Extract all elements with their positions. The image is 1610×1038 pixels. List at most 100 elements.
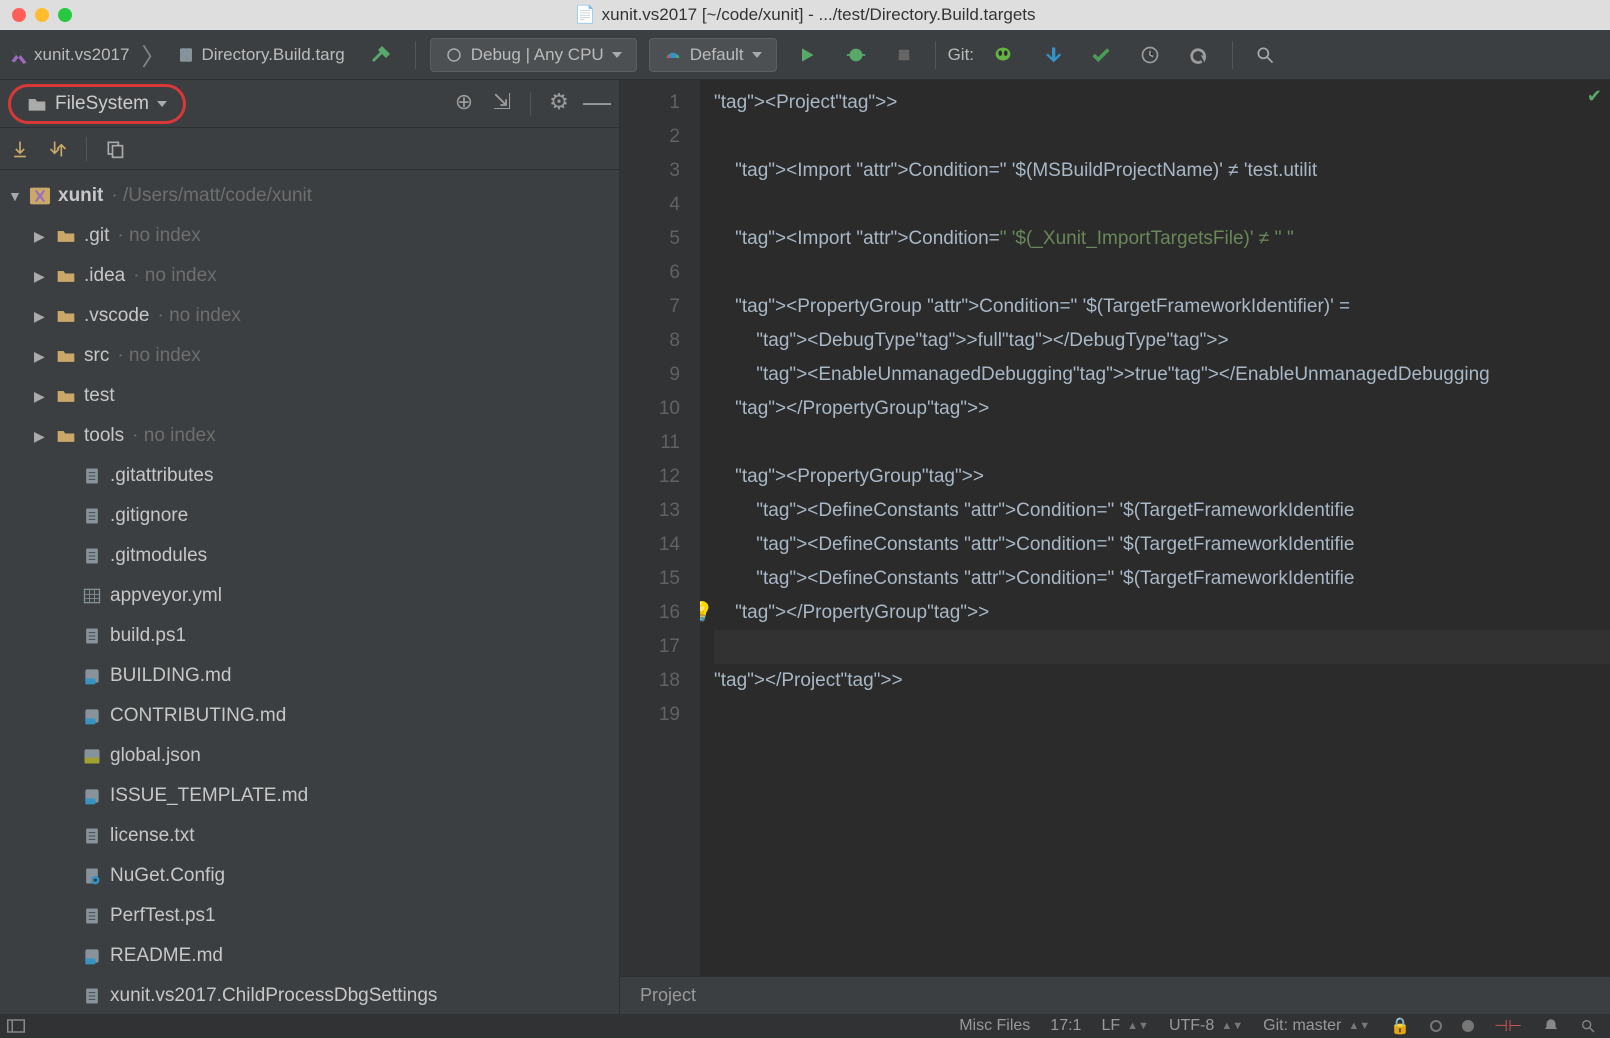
readonly-lock-icon[interactable]: 🔒 (1390, 1016, 1410, 1036)
window-title-text: xunit.vs2017 [~/code/xunit] - .../test/D… (602, 5, 1036, 25)
status-encoding[interactable]: UTF-8 ▲▼ (1169, 1017, 1243, 1035)
expand-both-icon[interactable] (48, 139, 68, 159)
tree-file[interactable]: ISSUE_TEMPLATE.md (0, 776, 619, 816)
file-name: build.ps1 (110, 625, 186, 647)
config-selector[interactable]: Debug | Any CPU (430, 38, 637, 72)
tree-folder[interactable]: ▶ .idea · no index (0, 256, 619, 296)
tree-file[interactable]: license.txt (0, 816, 619, 856)
folder-name: .idea (84, 265, 125, 287)
search-icon (1255, 45, 1275, 65)
chevron-down-icon (612, 52, 622, 58)
inspector-icon[interactable] (1542, 1017, 1560, 1035)
chevron-right-icon[interactable]: ▶ (34, 228, 48, 245)
git-commit-button[interactable] (1080, 38, 1122, 72)
project-sidebar: FileSystem ⊕ ⇲ ⚙ — (0, 80, 620, 1014)
build-button[interactable] (359, 38, 403, 72)
file-name: license.txt (110, 825, 194, 847)
code-editor[interactable]: ✔ 12345678910111213141516171819 "tag"><P… (620, 80, 1610, 1014)
tree-folder[interactable]: ▶ test (0, 376, 619, 416)
folder-icon (56, 348, 76, 364)
main-body: FileSystem ⊕ ⇲ ⚙ — (0, 80, 1610, 1014)
search-button[interactable] (1245, 38, 1285, 72)
chevron-right-icon[interactable]: ▶ (34, 308, 48, 325)
chevron-down-icon (752, 52, 762, 58)
file-name: README.md (110, 945, 223, 967)
file-name: global.json (110, 745, 201, 767)
gear-icon[interactable]: ⚙ (549, 92, 569, 112)
status-git[interactable]: Git: master ▲▼ (1263, 1017, 1370, 1035)
tree-folder[interactable]: ▶ .vscode · no index (0, 296, 619, 336)
file-icon (82, 946, 102, 966)
tree-file[interactable]: PerfTest.ps1 (0, 896, 619, 936)
git-update-button[interactable] (1032, 38, 1072, 72)
code-area[interactable]: "tag"><Project"tag">> "tag"><Import "att… (700, 80, 1610, 976)
chevron-right-icon[interactable]: ▶ (34, 428, 48, 445)
tree-folder[interactable]: ▶ src · no index (0, 336, 619, 376)
run-button[interactable] (787, 38, 827, 72)
separator (86, 137, 87, 161)
file-name: .gitattributes (110, 465, 214, 487)
git-history-button[interactable] (1130, 38, 1170, 72)
file-icon (82, 706, 102, 726)
tree-file[interactable]: README.md (0, 936, 619, 976)
locate-icon[interactable]: ⊕ (454, 92, 474, 112)
separator (1232, 41, 1233, 69)
chevron-right-icon[interactable]: ▶ (34, 268, 48, 285)
file-tree[interactable]: ▼ xunit · /Users/matt/code/xunit ▶ .git … (0, 170, 619, 1014)
tree-folder[interactable]: ▶ .git · no index (0, 216, 619, 256)
chevron-right-icon[interactable]: ▶ (34, 348, 48, 365)
tree-file[interactable]: BUILDING.md (0, 656, 619, 696)
tree-file[interactable]: appveyor.yml (0, 576, 619, 616)
tree-folder[interactable]: ▶ tools · no index (0, 416, 619, 456)
tree-root[interactable]: ▼ xunit · /Users/matt/code/xunit (0, 176, 619, 216)
tree-file[interactable]: .gitmodules (0, 536, 619, 576)
file-icon (82, 666, 102, 686)
tree-file[interactable]: .gitignore (0, 496, 619, 536)
inspection-ok-icon[interactable]: ✔ (1587, 86, 1602, 107)
tree-file[interactable]: xunit.vs2017.ChildProcessDbgSettings (0, 976, 619, 1014)
breadcrumb-project[interactable]: xunit.vs2017 (0, 30, 139, 79)
folder-name: tools (84, 425, 124, 447)
tree-file[interactable]: NuGet.Config (0, 856, 619, 896)
copy-icon[interactable] (105, 139, 125, 159)
view-selector[interactable]: FileSystem (8, 84, 186, 124)
debug-button[interactable] (835, 38, 877, 72)
tree-file[interactable]: global.json (0, 736, 619, 776)
tree-file[interactable]: build.ps1 (0, 616, 619, 656)
collapse-icon[interactable]: ⇲ (492, 92, 512, 112)
git-branch-button[interactable] (982, 38, 1024, 72)
stop-button[interactable] (885, 38, 923, 72)
status-line-ending[interactable]: LF ▲▼ (1101, 1017, 1149, 1035)
chevron-down-icon[interactable]: ▼ (8, 188, 22, 204)
git-label: Git: (948, 45, 974, 65)
git-revert-button[interactable] (1178, 38, 1220, 72)
editor-breadcrumb[interactable]: Project (620, 976, 1610, 1014)
folder-hint: · no index (117, 225, 200, 247)
bug-icon (845, 44, 867, 66)
run-config-selector[interactable]: Default (649, 38, 777, 72)
memory-indicator[interactable] (1430, 1020, 1442, 1032)
status-context[interactable]: Misc Files (959, 1017, 1030, 1035)
inspector-icon-svg (1542, 1017, 1560, 1035)
file-name: CONTRIBUTING.md (110, 705, 286, 727)
minimize-panel-icon[interactable]: — (587, 92, 607, 112)
layout-icon (7, 1019, 25, 1033)
gutter[interactable]: 12345678910111213141516171819 (620, 80, 700, 976)
titlebar: 📄 xunit.vs2017 [~/code/xunit] - .../test… (0, 0, 1610, 30)
undo-icon (1188, 44, 1210, 66)
tool-window-toggle[interactable] (0, 1019, 32, 1033)
alien-icon (992, 44, 1014, 66)
tree-file[interactable]: .gitattributes (0, 456, 619, 496)
folder-hint: · no index (133, 265, 216, 287)
breadcrumb-file[interactable]: Directory.Build.targ (167, 30, 354, 79)
find-icon[interactable] (1580, 1018, 1596, 1034)
folder-icon (56, 428, 76, 444)
chevron-right-icon[interactable]: ▶ (34, 388, 48, 405)
editor-breadcrumb-label: Project (640, 985, 696, 1006)
process-indicator[interactable] (1462, 1020, 1474, 1032)
status-caret-pos[interactable]: 17:1 (1050, 1017, 1081, 1035)
folder-hint: · no index (132, 425, 215, 447)
expand-down-icon[interactable] (10, 139, 30, 159)
error-indicator-icon[interactable]: ⊣⊢ (1494, 1016, 1522, 1036)
tree-file[interactable]: CONTRIBUTING.md (0, 696, 619, 736)
